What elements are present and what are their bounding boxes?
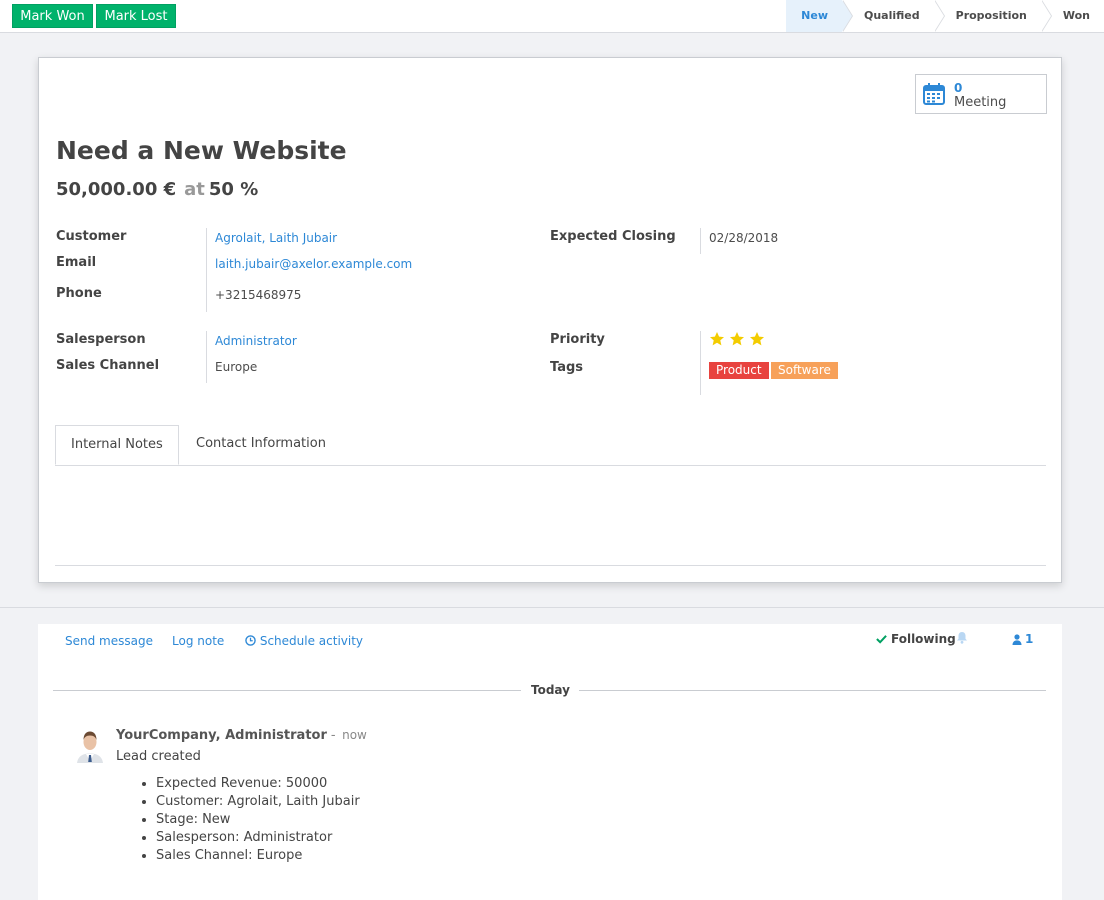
form-sheet: 0 Meeting Need a New Website 50,000.00 €… xyxy=(38,57,1062,583)
author-separator: - xyxy=(330,728,336,743)
field-separator xyxy=(206,228,207,312)
mark-won-button[interactable]: Mark Won xyxy=(12,4,93,28)
log-note-button[interactable]: Log note xyxy=(172,634,224,648)
meeting-count: 0 xyxy=(954,81,963,95)
followers-button[interactable]: 1 xyxy=(1012,632,1033,646)
stage-label: Proposition xyxy=(955,9,1027,22)
bell-icon[interactable] xyxy=(956,631,968,644)
message-author: YourCompany, Administrator - now xyxy=(116,728,367,743)
schedule-activity-label: Schedule activity xyxy=(259,634,364,648)
stage-new[interactable]: New xyxy=(786,0,853,32)
customer-label: Customer xyxy=(56,229,127,244)
expected-closing-field[interactable]: 02/28/2018 xyxy=(709,231,778,245)
at-label: at xyxy=(184,179,205,200)
clock-icon xyxy=(245,635,256,646)
notebook-tabs: Internal Notes Contact Information xyxy=(55,425,1046,466)
chatter: Send message Log note Schedule activity … xyxy=(38,624,1062,900)
list-item: Salesperson: Administrator xyxy=(156,829,360,847)
salesperson-label: Salesperson xyxy=(56,332,146,347)
avatar[interactable] xyxy=(75,727,105,763)
revenue-value[interactable]: 50,000.00 € xyxy=(56,179,176,200)
star-icon[interactable] xyxy=(729,331,745,347)
email-label: Email xyxy=(56,255,97,270)
divider xyxy=(579,690,1046,691)
star-icon[interactable] xyxy=(709,331,725,347)
expected-revenue: 50,000.00 € at 50 % xyxy=(56,179,258,200)
probability-value[interactable]: 50 % xyxy=(209,179,258,200)
stage-label: New xyxy=(801,9,828,22)
field-separator xyxy=(700,331,701,395)
followers-count: 1 xyxy=(1025,632,1034,646)
stage-qualified[interactable]: Qualified xyxy=(842,0,945,32)
customer-field[interactable]: Agrolait, Laith Jubair xyxy=(215,231,337,245)
phone-label: Phone xyxy=(56,286,102,301)
list-item: Expected Revenue: 50000 xyxy=(156,775,360,793)
tags-label: Tags xyxy=(550,360,584,375)
sales-channel-field[interactable]: Europe xyxy=(215,360,257,374)
list-item: Customer: Agrolait, Laith Jubair xyxy=(156,793,360,811)
status-bar: Mark Won Mark Lost New Qualified Proposi… xyxy=(0,0,1104,33)
phone-field[interactable]: +3215468975 xyxy=(215,288,301,302)
stage-pipeline: New Qualified Proposition Won xyxy=(786,0,1104,32)
tab-contact-information[interactable]: Contact Information xyxy=(181,425,341,466)
divider xyxy=(0,607,1104,608)
schedule-activity-button[interactable]: Schedule activity xyxy=(245,634,363,648)
check-icon xyxy=(876,635,887,644)
sales-channel-label: Sales Channel xyxy=(56,358,160,373)
message-body: Lead created xyxy=(116,749,201,764)
expected-closing-label: Expected Closing xyxy=(550,229,676,244)
tag-product[interactable]: Product xyxy=(709,362,769,379)
stage-proposition[interactable]: Proposition xyxy=(934,0,1052,32)
following-label: Following xyxy=(891,632,956,646)
priority-label: Priority xyxy=(550,332,605,347)
salesperson-field[interactable]: Administrator xyxy=(215,334,297,348)
meeting-label: Meeting xyxy=(954,95,1007,110)
meeting-smart-button[interactable]: 0 Meeting xyxy=(915,74,1047,114)
tracking-values: Expected Revenue: 50000 Customer: Agrola… xyxy=(156,775,360,865)
divider xyxy=(53,690,521,691)
day-separator-label: Today xyxy=(531,683,570,697)
priority-stars xyxy=(709,331,765,347)
list-item: Sales Channel: Europe xyxy=(156,847,360,865)
list-item: Stage: New xyxy=(156,811,360,829)
calendar-icon xyxy=(923,83,945,105)
tab-internal-notes[interactable]: Internal Notes xyxy=(55,425,179,465)
stage-label: Won xyxy=(1062,9,1090,22)
message-time: now xyxy=(342,728,367,742)
author-name[interactable]: YourCompany, Administrator xyxy=(116,728,327,743)
email-field[interactable]: laith.jubair@axelor.example.com xyxy=(215,257,412,271)
field-separator xyxy=(206,331,207,383)
mark-lost-button[interactable]: Mark Lost xyxy=(96,4,176,28)
user-icon xyxy=(1012,633,1022,645)
field-separator xyxy=(700,228,701,254)
send-message-button[interactable]: Send message xyxy=(65,634,153,648)
divider xyxy=(55,565,1046,566)
star-icon[interactable] xyxy=(749,331,765,347)
stage-label: Qualified xyxy=(864,9,920,22)
tag-software[interactable]: Software xyxy=(771,362,838,379)
lead-title[interactable]: Need a New Website xyxy=(56,136,347,165)
following-button[interactable]: Following xyxy=(876,632,956,646)
